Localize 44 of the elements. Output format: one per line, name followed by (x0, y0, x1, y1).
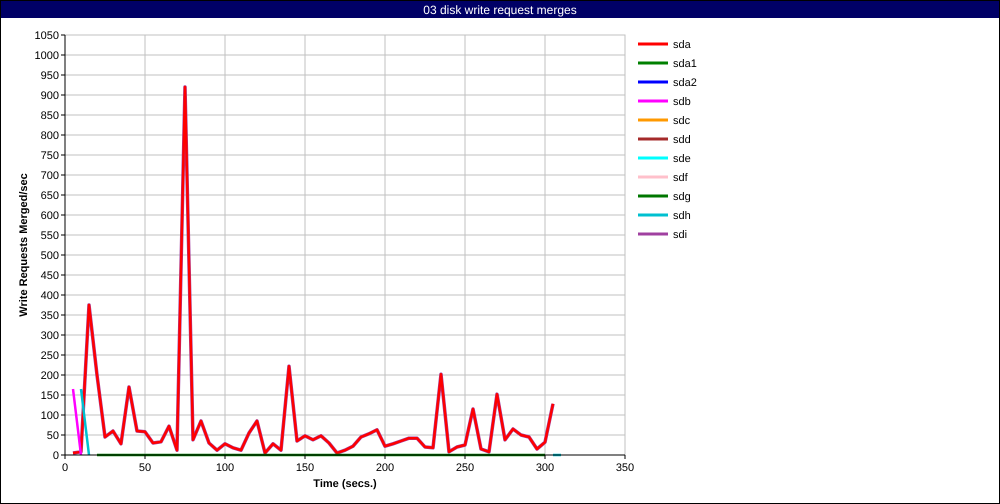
tick-label: 400 (40, 290, 59, 302)
y-axis-label: Write Requests Merged/sec (18, 173, 30, 317)
tick-label: 650 (40, 190, 59, 202)
legend-label: sdf (673, 172, 688, 184)
tick-label: 750 (40, 150, 59, 162)
tick-label: 700 (40, 170, 59, 182)
tick-label: 600 (40, 210, 59, 222)
tick-label: 0 (52, 450, 59, 462)
tick-label: 200 (40, 370, 59, 382)
legend-label: sda (673, 39, 691, 51)
tick-label: 900 (40, 90, 59, 102)
tick-label: 100 (40, 410, 59, 422)
legend-label: sda1 (673, 58, 697, 70)
x-axis-label: Time (secs.) (313, 478, 377, 490)
window-title: 03 disk write request merges (423, 2, 577, 16)
tick-label: 50 (46, 430, 59, 442)
legend-label: sda2 (673, 77, 697, 89)
tick-label: 800 (40, 130, 59, 142)
legend-label: sdh (673, 210, 691, 222)
tick-label: 1050 (34, 30, 59, 42)
tick-label: 150 (296, 462, 314, 474)
legend-label: sdc (673, 115, 690, 127)
tick-label: 250 (456, 462, 474, 474)
tick-label: 450 (40, 270, 59, 282)
tick-label: 350 (40, 310, 59, 322)
legend-label: sdb (673, 96, 691, 108)
tick-label: 0 (62, 462, 68, 474)
legend-label: sde (673, 153, 691, 165)
legend-label: sdi (673, 229, 688, 241)
tick-label: 850 (40, 110, 59, 122)
tick-label: 950 (40, 70, 59, 82)
tick-label: 150 (40, 390, 59, 402)
tick-label: 200 (376, 462, 394, 474)
tick-label: 500 (40, 250, 59, 262)
legend-label: sdg (673, 191, 691, 203)
legend-label: sdd (673, 134, 691, 146)
tick-label: 50 (138, 462, 152, 474)
tick-label: 1000 (34, 50, 59, 62)
tick-label: 250 (40, 350, 59, 362)
tick-label: 550 (40, 230, 59, 242)
tick-label: 300 (536, 462, 554, 474)
tick-label: 100 (216, 462, 234, 474)
tick-label: 300 (40, 330, 59, 342)
tick-label: 350 (616, 462, 634, 474)
